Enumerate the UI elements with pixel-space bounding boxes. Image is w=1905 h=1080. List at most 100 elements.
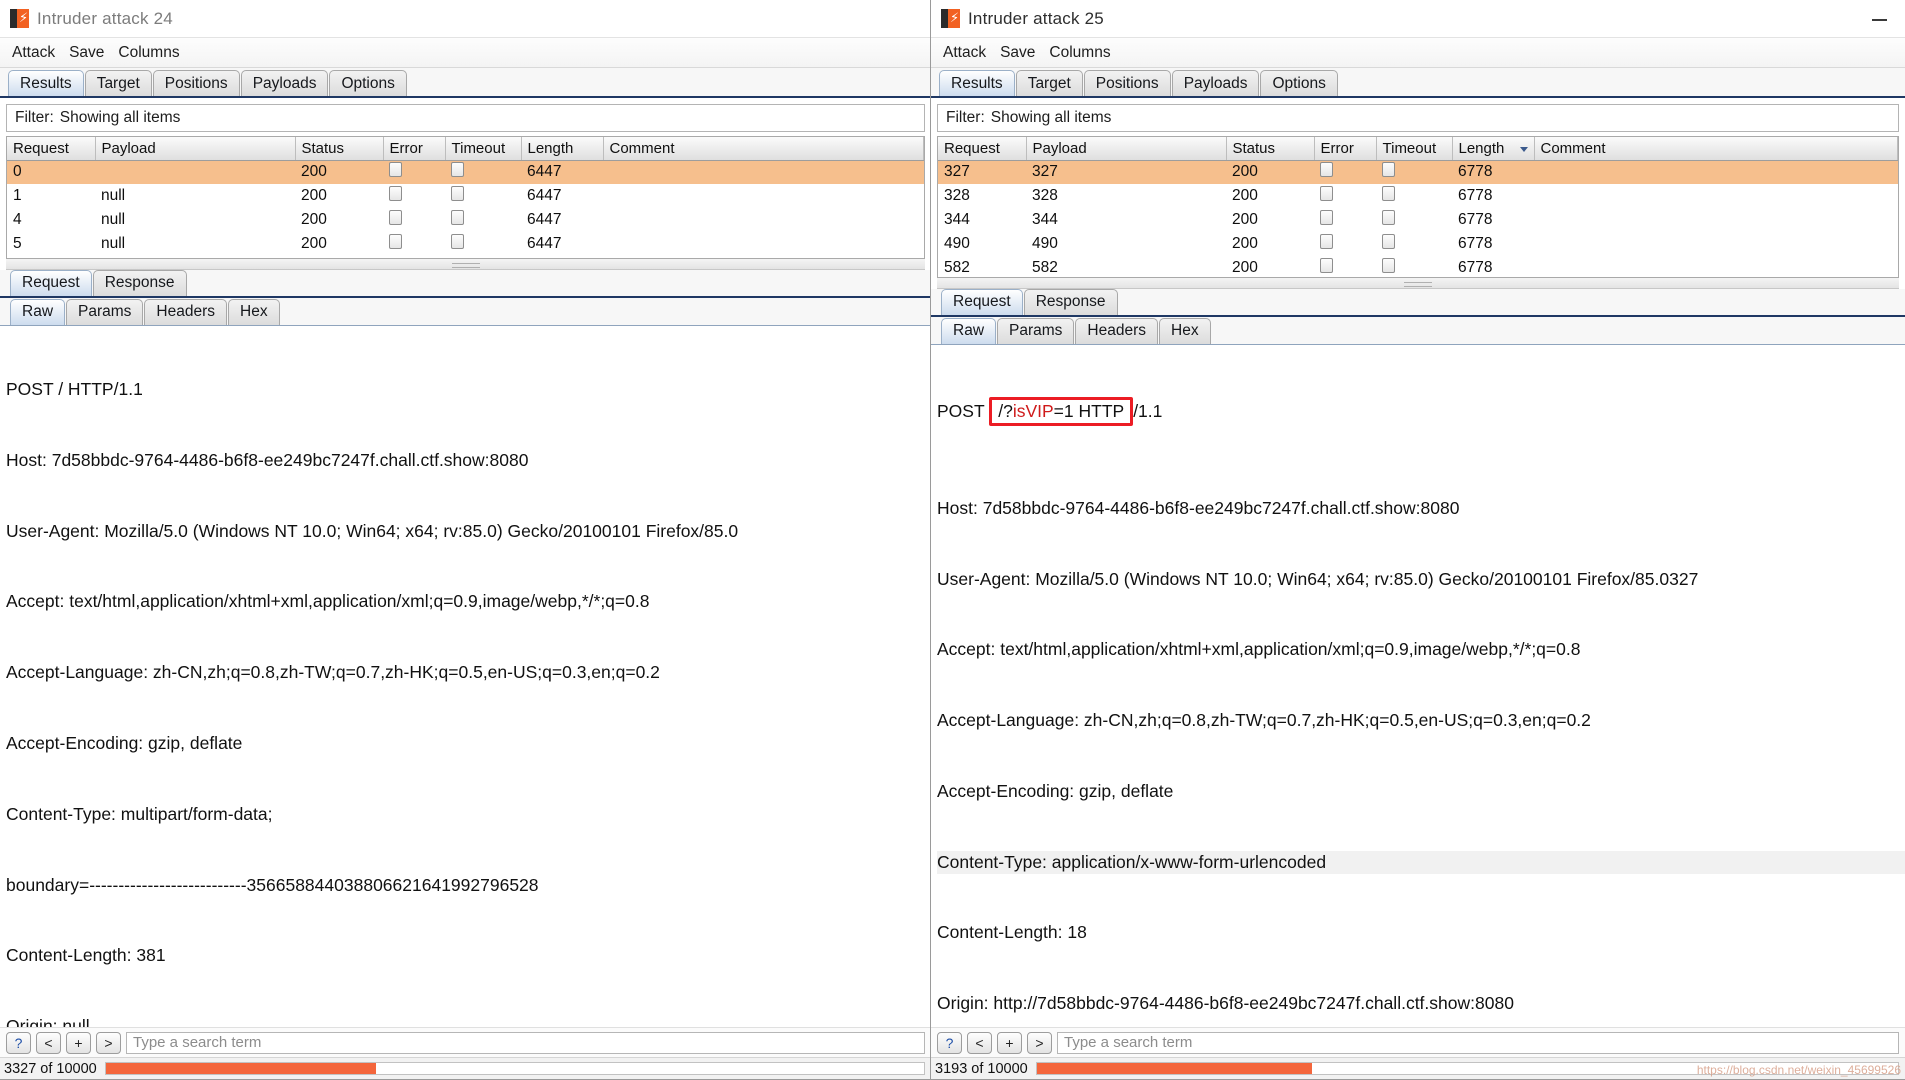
cell-error[interactable] bbox=[1314, 160, 1376, 184]
cell-error[interactable] bbox=[1314, 232, 1376, 256]
menu-item-save[interactable]: Save bbox=[69, 44, 104, 62]
cell-timeout[interactable] bbox=[1376, 208, 1452, 232]
tab-hex[interactable]: Hex bbox=[228, 298, 280, 325]
minimize-icon[interactable] bbox=[1869, 12, 1891, 26]
checkbox-icon[interactable] bbox=[1382, 210, 1395, 225]
checkbox-icon[interactable] bbox=[451, 234, 464, 249]
col-timeout[interactable]: Timeout bbox=[1376, 137, 1453, 161]
table-row[interactable]: 0 200 6447 bbox=[7, 160, 924, 184]
tab-headers[interactable]: Headers bbox=[144, 298, 228, 325]
tab-raw[interactable]: Raw bbox=[10, 298, 66, 325]
col-payload[interactable]: Payload bbox=[1026, 137, 1227, 161]
table-row[interactable]: 1 null 200 6447 bbox=[7, 184, 924, 208]
menu-item-columns[interactable]: Columns bbox=[1049, 44, 1110, 62]
checkbox-icon[interactable] bbox=[1382, 162, 1395, 178]
checkbox-icon[interactable] bbox=[1320, 162, 1333, 178]
horizontal-splitter-right[interactable] bbox=[937, 277, 1899, 289]
col-length[interactable]: Length bbox=[521, 137, 604, 161]
cell-timeout[interactable] bbox=[445, 160, 521, 184]
table-row[interactable]: 490 490 200 6778 bbox=[938, 232, 1898, 256]
table-row[interactable]: 582 582 200 6778 bbox=[938, 256, 1898, 277]
checkbox-icon[interactable] bbox=[1382, 186, 1395, 201]
tab-params[interactable]: Params bbox=[66, 298, 144, 325]
checkbox-icon[interactable] bbox=[451, 210, 464, 225]
table-row[interactable]: 4 null 200 6447 bbox=[7, 208, 924, 232]
cell-error[interactable] bbox=[383, 232, 445, 256]
tab-target[interactable]: Target bbox=[84, 70, 152, 96]
table-row[interactable]: 5 null 200 6447 bbox=[7, 232, 924, 256]
table-row[interactable]: 328 328 200 6778 bbox=[938, 184, 1898, 208]
table-row[interactable]: 327 327 200 6778 bbox=[938, 160, 1898, 184]
col-request[interactable]: Request bbox=[7, 137, 96, 161]
cell-timeout[interactable] bbox=[1376, 232, 1452, 256]
cell-timeout[interactable] bbox=[1376, 256, 1452, 277]
checkbox-icon[interactable] bbox=[451, 186, 464, 201]
menu-item-attack[interactable]: Attack bbox=[12, 44, 55, 62]
tab-positions[interactable]: Positions bbox=[152, 70, 240, 96]
checkbox-icon[interactable] bbox=[1382, 234, 1395, 249]
tab-target[interactable]: Target bbox=[1015, 70, 1083, 96]
col-comment[interactable]: Comment bbox=[1534, 137, 1898, 161]
cell-timeout[interactable] bbox=[1376, 160, 1452, 184]
cell-timeout[interactable] bbox=[445, 232, 521, 256]
col-status[interactable]: Status bbox=[1226, 137, 1315, 161]
menu-item-columns[interactable]: Columns bbox=[118, 44, 179, 62]
prev-match-button[interactable]: < bbox=[36, 1031, 61, 1054]
col-status[interactable]: Status bbox=[295, 137, 384, 161]
request-editor-right[interactable]: POST /?isVIP=1 HTTP/1.1 Host: 7d58bbdc-9… bbox=[931, 344, 1905, 1027]
col-timeout[interactable]: Timeout bbox=[445, 137, 522, 161]
tab-request[interactable]: Request bbox=[10, 269, 92, 296]
search-input[interactable] bbox=[1057, 1031, 1899, 1054]
col-request[interactable]: Request bbox=[938, 137, 1027, 161]
tab-hex[interactable]: Hex bbox=[1159, 317, 1211, 344]
tab-raw[interactable]: Raw bbox=[941, 317, 997, 344]
tab-payloads[interactable]: Payloads bbox=[240, 70, 329, 96]
cell-error[interactable] bbox=[1314, 208, 1376, 232]
tab-payloads[interactable]: Payloads bbox=[1171, 70, 1260, 96]
search-input[interactable] bbox=[126, 1031, 925, 1054]
cell-error[interactable] bbox=[1314, 184, 1376, 208]
cell-timeout[interactable] bbox=[445, 208, 521, 232]
checkbox-icon[interactable] bbox=[1320, 210, 1333, 225]
filter-bar-left[interactable]: Filter: Showing all items bbox=[6, 104, 925, 132]
tab-request[interactable]: Request bbox=[941, 288, 1023, 315]
results-table-wrap-left[interactable]: Request Payload Status Error Timeout Len… bbox=[6, 136, 925, 259]
add-match-button[interactable]: + bbox=[997, 1031, 1022, 1054]
horizontal-splitter-left[interactable] bbox=[6, 258, 925, 270]
checkbox-icon[interactable] bbox=[1382, 258, 1395, 273]
menu-item-attack[interactable]: Attack bbox=[943, 44, 986, 62]
help-button[interactable]: ? bbox=[937, 1031, 962, 1054]
checkbox-icon[interactable] bbox=[1320, 258, 1333, 273]
checkbox-icon[interactable] bbox=[389, 234, 402, 249]
checkbox-icon[interactable] bbox=[1320, 234, 1333, 249]
add-match-button[interactable]: + bbox=[66, 1031, 91, 1054]
filter-bar-right[interactable]: Filter: Showing all items bbox=[937, 104, 1899, 132]
next-match-button[interactable]: > bbox=[1027, 1031, 1052, 1054]
col-payload[interactable]: Payload bbox=[95, 137, 296, 161]
checkbox-icon[interactable] bbox=[1320, 186, 1333, 201]
tab-options[interactable]: Options bbox=[329, 70, 407, 96]
tab-results[interactable]: Results bbox=[939, 70, 1015, 96]
help-button[interactable]: ? bbox=[6, 1031, 31, 1054]
request-editor-left[interactable]: POST / HTTP/1.1 Host: 7d58bbdc-9764-4486… bbox=[0, 325, 931, 1027]
tab-params[interactable]: Params bbox=[997, 317, 1075, 344]
cell-error[interactable] bbox=[383, 160, 445, 184]
tab-headers[interactable]: Headers bbox=[1075, 317, 1159, 344]
menu-item-save[interactable]: Save bbox=[1000, 44, 1035, 62]
checkbox-icon[interactable] bbox=[389, 186, 402, 201]
tab-options[interactable]: Options bbox=[1260, 70, 1338, 96]
checkbox-icon[interactable] bbox=[451, 162, 464, 178]
results-table-wrap-right[interactable]: Request Payload Status Error Timeout Len… bbox=[937, 136, 1899, 278]
tab-response[interactable]: Response bbox=[92, 269, 187, 296]
col-error[interactable]: Error bbox=[1314, 137, 1377, 161]
cell-timeout[interactable] bbox=[445, 184, 521, 208]
cell-timeout[interactable] bbox=[1376, 184, 1452, 208]
col-length[interactable]: Length bbox=[1452, 137, 1535, 161]
col-comment[interactable]: Comment bbox=[603, 137, 924, 161]
tab-results[interactable]: Results bbox=[8, 70, 84, 96]
checkbox-icon[interactable] bbox=[389, 210, 402, 225]
checkbox-icon[interactable] bbox=[389, 162, 402, 178]
tab-response[interactable]: Response bbox=[1023, 288, 1118, 315]
col-error[interactable]: Error bbox=[383, 137, 446, 161]
prev-match-button[interactable]: < bbox=[967, 1031, 992, 1054]
